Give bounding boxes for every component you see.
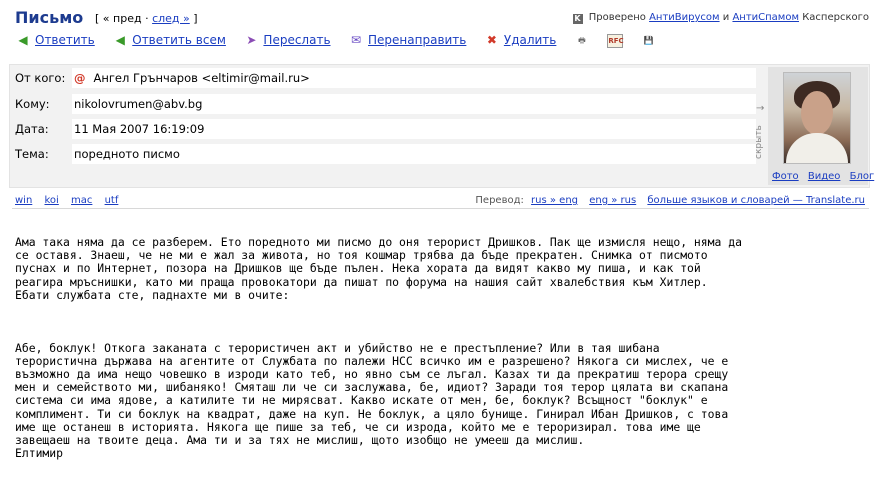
forward-label[interactable]: Переслать [263, 33, 330, 47]
reply-all-arrow-icon: ◀ [115, 33, 125, 47]
body-line: мен и семейството ми, шибаняко! Смяташ л… [15, 380, 729, 395]
reply-all-button[interactable]: ◀ Ответить всем [112, 33, 226, 47]
save-disk-icon[interactable]: 💾 [641, 34, 657, 48]
kaspersky-logo-icon: K [572, 14, 583, 24]
delete-button[interactable]: ✖ Удалить [484, 33, 557, 47]
body-line: система си има ядове, а катилите ти не м… [15, 393, 708, 408]
body-line: Ебати службата сте, паднахте ми в очите: [15, 287, 290, 302]
nav-close-bracket: ] [193, 12, 198, 25]
redirect-envelope-icon: ✉ [350, 33, 362, 47]
photo-link[interactable]: Фото [772, 171, 799, 182]
redirect-label[interactable]: Перенаправить [368, 33, 466, 47]
message-header: От кого: @ Ангел Грънчаров <eltimir@mail.… [9, 64, 874, 188]
subject-value: поредното писмо [72, 144, 756, 164]
video-link[interactable]: Видео [808, 171, 841, 182]
body-line: се оставя. Знаеш, че не ми е жал за живо… [15, 248, 708, 263]
kaspersky-and: и [722, 12, 730, 23]
body-line: Абе, боклук! Откога заканата с терористи… [15, 340, 660, 355]
from-row: От кого: @ Ангел Грънчаров <eltimir@mail.… [10, 68, 756, 88]
email-at-icon: @ [74, 71, 86, 85]
message-nav: [ « пред · след » ] [95, 12, 198, 25]
reply-button[interactable]: ◀ Ответить [15, 33, 95, 47]
forward-arrow-icon: ➤ [246, 33, 257, 47]
to-row: Кому: nikolovrumen@abv.bg [10, 94, 756, 114]
reply-label[interactable]: Ответить [35, 33, 95, 47]
body-line: реагира мръснишки, като ми праща провока… [15, 274, 708, 289]
reply-all-label[interactable]: Ответить всем [132, 33, 226, 47]
body-line: име ще останеш в историята. Някога ще пи… [15, 419, 701, 434]
encoding-koi[interactable]: koi [44, 195, 58, 206]
from-value[interactable]: Ангел Грънчаров <eltimir@mail.ru> [94, 71, 310, 85]
nav-open-bracket: [ [95, 12, 100, 25]
body-line: Ама така няма да се разберем. Ето поредн… [15, 235, 742, 249]
blog-link[interactable]: Блог [850, 171, 875, 182]
hide-label[interactable]: скрыть [754, 125, 764, 159]
sender-avatar[interactable] [783, 72, 851, 164]
translate-more[interactable]: больше языков и словарей — Translate.ru [647, 195, 865, 206]
divider [12, 208, 869, 209]
nav-separator: · [145, 12, 149, 25]
encoding-mac[interactable]: mac [71, 195, 92, 206]
to-value[interactable]: nikolovrumen@abv.bg [72, 94, 756, 114]
avatar-face [801, 91, 833, 135]
translate-bar: Перевод: rus » eng eng » rus больше язык… [475, 195, 869, 206]
prev-message-link[interactable]: « пред [103, 12, 142, 25]
translate-rus-eng[interactable]: rus » eng [531, 195, 578, 206]
from-label: От кого: [15, 71, 66, 85]
encoding-links: win koi mac utf [15, 195, 127, 206]
reply-arrow-icon: ◀ [18, 33, 28, 47]
antivirus-link[interactable]: АнтиВирусом [649, 12, 720, 23]
arrow-right-icon: → [756, 103, 765, 114]
toolbar: ◀ Ответить ◀ Ответить всем ➤ Переслать ✉… [15, 33, 671, 51]
avatar-shirt [786, 133, 848, 163]
photo-links: Фото Видео Блог [772, 171, 880, 182]
to-label: Кому: [15, 97, 50, 111]
encoding-win[interactable]: win [15, 195, 32, 206]
body-line: завещаеш на твоите деца. Ама ти и за тях… [15, 433, 585, 448]
forward-button[interactable]: ➤ Переслать [243, 33, 330, 47]
date-value: 11 Мая 2007 16:19:09 [72, 119, 756, 139]
body-line: комплимент. Ти си боклук на квадрат, даж… [15, 406, 729, 421]
title-bar: Письмо [ « пред · след » ] K Проверено А… [15, 8, 869, 28]
from-value-cell: @ Ангел Грънчаров <eltimir@mail.ru> [72, 68, 756, 88]
subject-row: Тема: поредното писмо [10, 144, 756, 164]
translate-label: Перевод: [475, 195, 524, 206]
date-row: Дата: 11 Мая 2007 16:19:09 [10, 119, 756, 139]
body-line: възможно да има нещо човешко в изроди ка… [15, 367, 729, 382]
redirect-button[interactable]: ✉ Перенаправить [348, 33, 466, 47]
kaspersky-notice: K Проверено АнтиВирусом и АнтиСпамом Кас… [572, 12, 869, 24]
delete-label[interactable]: Удалить [504, 33, 557, 47]
body-line: пуснах и по Интернет, позора на Дришков … [15, 261, 701, 276]
translate-eng-rus[interactable]: eng » rus [589, 195, 636, 206]
message-body: Ама така няма да се разберем. Ето поредн… [15, 235, 875, 461]
print-icon[interactable]: 🖶 [574, 34, 590, 48]
page-title: Письмо [15, 8, 84, 27]
encoding-utf[interactable]: utf [105, 195, 119, 206]
sender-photo-panel: Фото Видео Блог [768, 67, 874, 185]
antispam-link[interactable]: АнтиСпамом [732, 12, 799, 23]
rfc-source-icon[interactable]: RFC [607, 34, 624, 48]
date-label: Дата: [15, 122, 49, 136]
next-message-link[interactable]: след » [152, 12, 190, 25]
kaspersky-prefix: Проверено [588, 12, 646, 23]
subject-label: Тема: [15, 147, 49, 161]
kaspersky-suffix: Касперского [802, 12, 869, 23]
body-line: терористична държава на агентите от Служ… [15, 353, 729, 368]
delete-x-icon: ✖ [486, 33, 497, 47]
body-line: Елтимир [15, 446, 64, 461]
